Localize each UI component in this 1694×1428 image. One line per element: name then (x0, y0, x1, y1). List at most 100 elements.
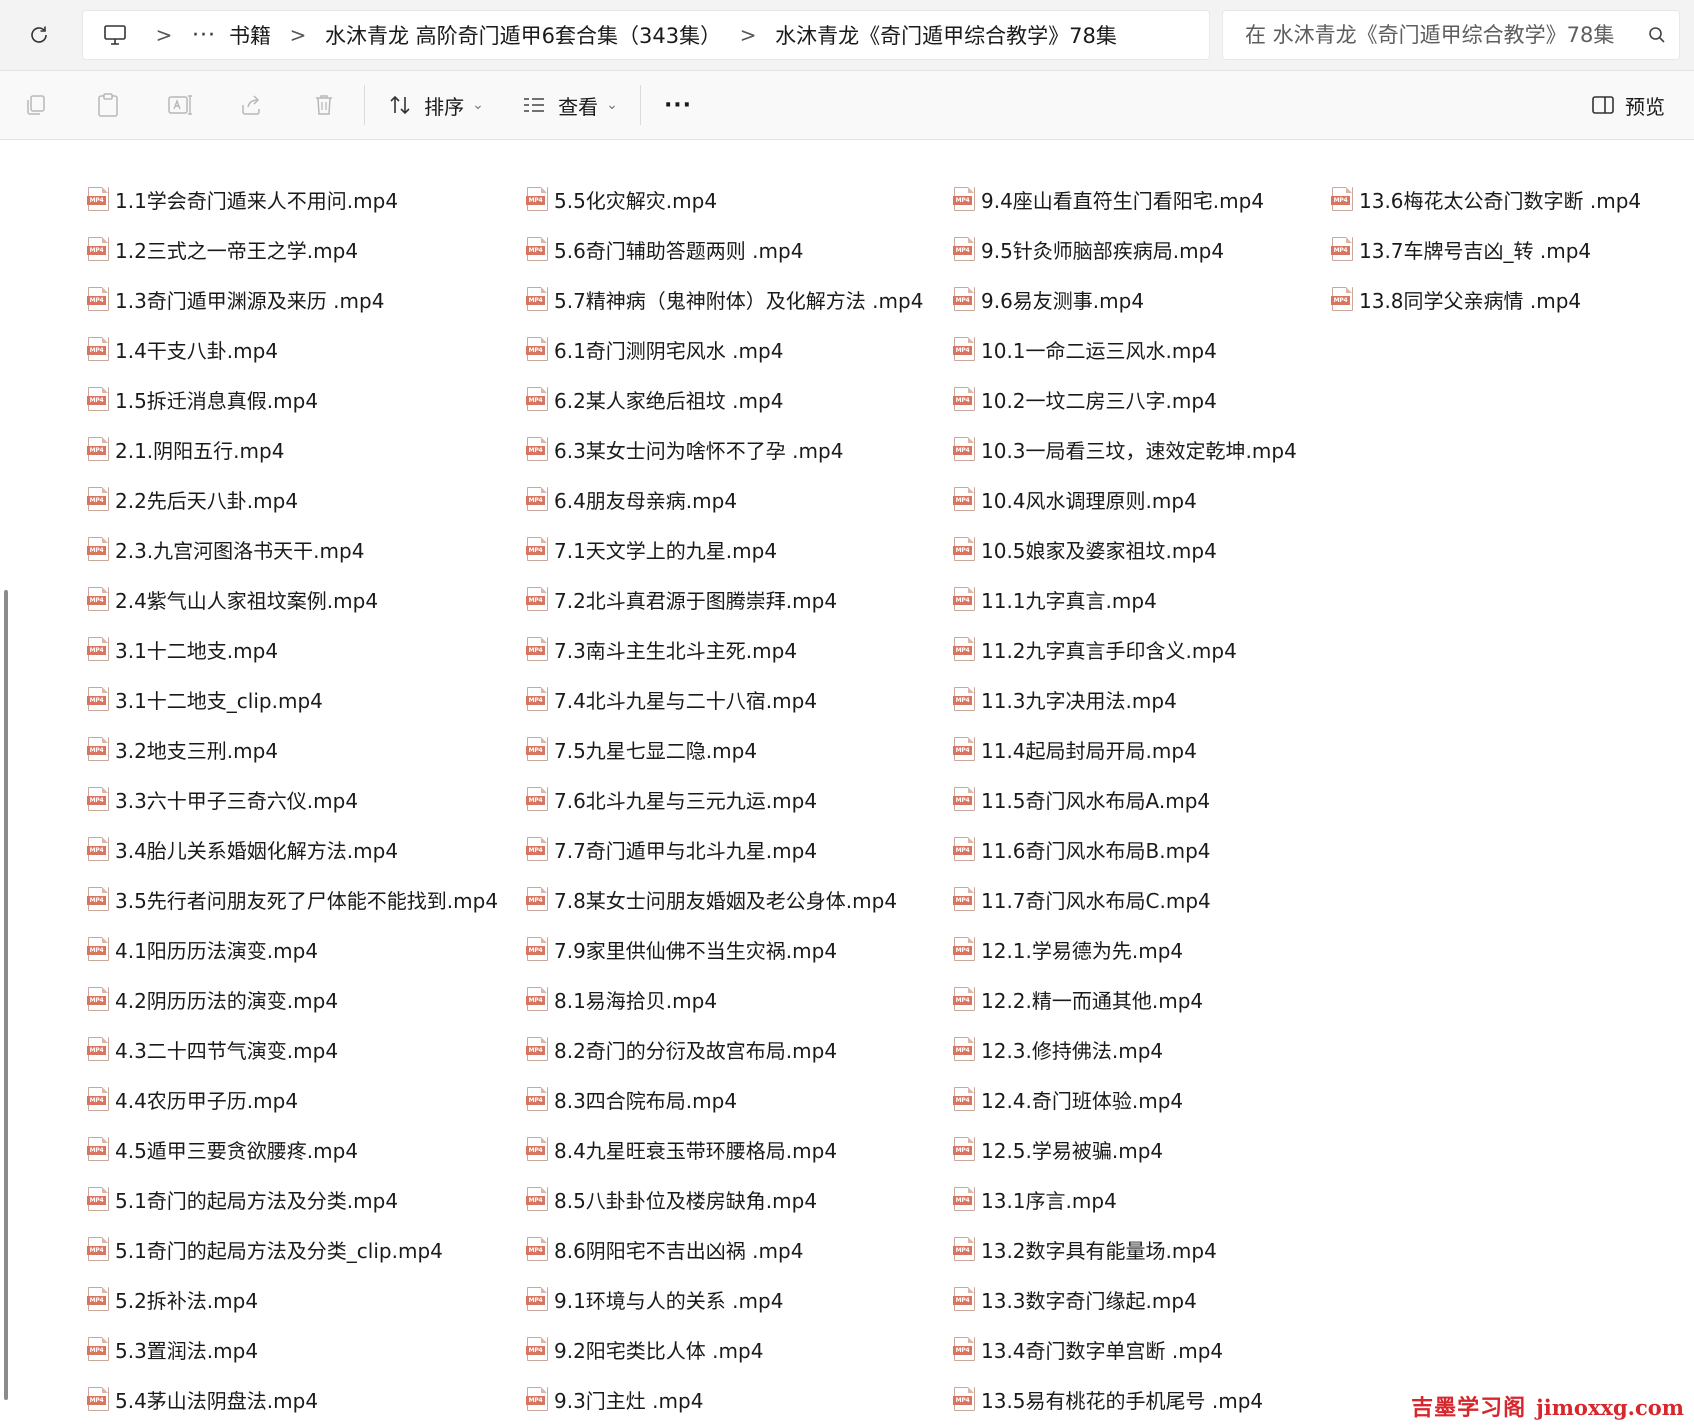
file-item[interactable]: MP4 6.1奇门测阴宅风水 .mp4 (526, 324, 947, 374)
view-button[interactable]: 查看 ⌄ (520, 85, 620, 125)
file-item[interactable]: MP4 11.5奇门风水布局A.mp4 (953, 774, 1374, 824)
file-item[interactable]: MP4 12.2.精一而通其他.mp4 (953, 974, 1374, 1024)
file-item[interactable]: MP4 6.2某人家绝后祖坟 .mp4 (526, 374, 947, 424)
file-item[interactable]: MP4 13.8同学父亲病情 .mp4 (1331, 274, 1694, 324)
file-item[interactable]: MP4 5.1奇门的起局方法及分类_clip.mp4 (87, 1224, 508, 1274)
vertical-scrollbar[interactable] (4, 590, 8, 1400)
file-item[interactable]: MP4 1.5拆迁消息真假.mp4 (87, 374, 508, 424)
this-pc-button[interactable] (87, 12, 143, 58)
file-item[interactable]: MP4 8.3四合院布局.mp4 (526, 1074, 947, 1124)
file-item[interactable]: MP4 7.5九星七显二隐.mp4 (526, 724, 947, 774)
share-button[interactable] (232, 85, 272, 125)
file-item[interactable]: MP4 2.1.阴阳五行.mp4 (87, 424, 508, 474)
file-item[interactable]: MP4 8.2奇门的分衍及故宫布局.mp4 (526, 1024, 947, 1074)
file-item[interactable]: MP4 13.1序言.mp4 (953, 1174, 1374, 1224)
file-item[interactable]: MP4 5.4茅山法阴盘法.mp4 (87, 1374, 508, 1424)
file-item[interactable]: MP4 13.6梅花太公奇门数字断 .mp4 (1331, 174, 1694, 224)
file-item[interactable]: MP4 11.3九字决用法.mp4 (953, 674, 1374, 724)
file-item[interactable]: MP4 2.3.九宫河图洛书天干.mp4 (87, 524, 508, 574)
file-item[interactable]: MP4 5.3置润法.mp4 (87, 1324, 508, 1374)
sort-button[interactable]: 排序 ⌄ (386, 85, 486, 125)
file-item[interactable]: MP4 5.7精神病（鬼神附体）及化解方法 .mp4 (526, 274, 947, 324)
file-item[interactable]: MP4 11.4起局封局开局.mp4 (953, 724, 1374, 774)
file-item[interactable]: MP4 11.6奇门风水布局B.mp4 (953, 824, 1374, 874)
file-item[interactable]: MP4 13.2数字具有能量场.mp4 (953, 1224, 1374, 1274)
file-item[interactable]: MP4 7.2北斗真君源于图腾崇拜.mp4 (526, 574, 947, 624)
preview-pane-button[interactable]: 预览 (1586, 85, 1670, 125)
file-item[interactable]: MP4 13.5易有桃花的手机尾号 .mp4 (953, 1374, 1374, 1424)
file-item[interactable]: MP4 8.1易海拾贝.mp4 (526, 974, 947, 1024)
file-item[interactable]: MP4 3.3六十甲子三奇六仪.mp4 (87, 774, 508, 824)
file-item[interactable]: MP4 5.6奇门辅助答题两则 .mp4 (526, 224, 947, 274)
file-item[interactable]: MP4 5.2拆补法.mp4 (87, 1274, 508, 1324)
file-item[interactable]: MP4 6.4朋友母亲病.mp4 (526, 474, 947, 524)
file-item[interactable]: MP4 3.4胎儿关系婚姻化解方法.mp4 (87, 824, 508, 874)
file-item[interactable]: MP4 4.5遁甲三要贪欲腰疼.mp4 (87, 1124, 508, 1174)
file-item[interactable]: MP4 9.4座山看直符生门看阳宅.mp4 (953, 174, 1374, 224)
file-item[interactable]: MP4 3.5先行者问朋友死了尸体能不能找到.mp4 (87, 874, 508, 924)
breadcrumb-item-current-folder[interactable]: 水沐青龙《奇门遁甲综合教学》78集 (769, 20, 1123, 50)
file-item[interactable]: MP4 10.3一局看三坟，速效定乾坤.mp4 (953, 424, 1374, 474)
breadcrumb-overflow-button[interactable]: ··· (185, 23, 223, 48)
more-options-button[interactable]: ··· (656, 85, 700, 125)
file-item[interactable]: MP4 8.5八卦卦位及楼房缺角.mp4 (526, 1174, 947, 1224)
file-item[interactable]: MP4 11.7奇门风水布局C.mp4 (953, 874, 1374, 924)
file-item[interactable]: MP4 6.3某女士问为啥怀不了孕 .mp4 (526, 424, 947, 474)
file-item[interactable]: MP4 1.3奇门遁甲渊源及来历 .mp4 (87, 274, 508, 324)
file-item[interactable]: MP4 9.1环境与人的关系 .mp4 (526, 1274, 947, 1324)
file-item[interactable]: MP4 7.9家里供仙佛不当生灾祸.mp4 (526, 924, 947, 974)
file-item[interactable]: MP4 4.4农历甲子历.mp4 (87, 1074, 508, 1124)
search-box[interactable] (1222, 10, 1680, 60)
file-item[interactable]: MP4 9.3门主灶 .mp4 (526, 1374, 947, 1424)
file-item[interactable]: MP4 12.3.修持佛法.mp4 (953, 1024, 1374, 1074)
file-item[interactable]: MP4 10.5娘家及婆家祖坟.mp4 (953, 524, 1374, 574)
file-item[interactable]: MP4 7.3南斗主生北斗主死.mp4 (526, 624, 947, 674)
file-item[interactable]: MP4 2.2先后天八卦.mp4 (87, 474, 508, 524)
file-item[interactable]: MP4 3.1十二地支.mp4 (87, 624, 508, 674)
refresh-button[interactable] (22, 18, 56, 52)
file-item[interactable]: MP4 5.1奇门的起局方法及分类.mp4 (87, 1174, 508, 1224)
file-item[interactable]: MP4 11.2九字真言手印含义.mp4 (953, 624, 1374, 674)
file-item[interactable]: MP4 8.4九星旺衰玉带环腰格局.mp4 (526, 1124, 947, 1174)
file-item[interactable]: MP4 9.2阳宅类比人体 .mp4 (526, 1324, 947, 1374)
file-item[interactable]: MP4 1.2三式之一帝王之学.mp4 (87, 224, 508, 274)
file-item[interactable]: MP4 7.4北斗九星与二十八宿.mp4 (526, 674, 947, 724)
file-item[interactable]: MP4 7.7奇门遁甲与北斗九星.mp4 (526, 824, 947, 874)
file-item[interactable]: MP4 4.3二十四节气演变.mp4 (87, 1024, 508, 1074)
file-item[interactable]: MP4 12.4.奇门班体验.mp4 (953, 1074, 1374, 1124)
search-button[interactable] (1635, 26, 1679, 44)
file-item[interactable]: MP4 4.1阳历历法演变.mp4 (87, 924, 508, 974)
file-item[interactable]: MP4 13.3数字奇门缘起.mp4 (953, 1274, 1374, 1324)
breadcrumb-separator[interactable]: > (277, 23, 319, 47)
file-item[interactable]: MP4 7.6北斗九星与三元九运.mp4 (526, 774, 947, 824)
search-input[interactable] (1223, 14, 1635, 56)
file-item[interactable]: MP4 11.1九字真言.mp4 (953, 574, 1374, 624)
file-item[interactable]: MP4 9.5针灸师脑部疾病局.mp4 (953, 224, 1374, 274)
file-item[interactable]: MP4 13.4奇门数字单宫断 .mp4 (953, 1324, 1374, 1374)
paste-button[interactable] (88, 85, 128, 125)
file-item[interactable]: MP4 7.1天文学上的九星.mp4 (526, 524, 947, 574)
breadcrumb-item-collection[interactable]: 水沐青龙 高阶奇门遁甲6套合集（343集） (319, 20, 727, 50)
file-item[interactable]: MP4 1.1学会奇门遁来人不用问.mp4 (87, 174, 508, 224)
file-item[interactable]: MP4 1.4干支八卦.mp4 (87, 324, 508, 374)
file-item[interactable]: MP4 9.6易友测事.mp4 (953, 274, 1374, 324)
file-item[interactable]: MP4 10.2一坟二房三八字.mp4 (953, 374, 1374, 424)
file-item[interactable]: MP4 10.1一命二运三风水.mp4 (953, 324, 1374, 374)
file-item[interactable]: MP4 3.1十二地支_clip.mp4 (87, 674, 508, 724)
file-item[interactable]: MP4 2.4紫气山人家祖坟案例.mp4 (87, 574, 508, 624)
breadcrumb-item-books[interactable]: 书籍 (223, 20, 277, 50)
file-item[interactable]: MP4 7.8某女士问朋友婚姻及老公身体.mp4 (526, 874, 947, 924)
file-item[interactable]: MP4 3.2地支三刑.mp4 (87, 724, 508, 774)
delete-button[interactable] (304, 85, 344, 125)
file-item[interactable]: MP4 12.1.学易德为先.mp4 (953, 924, 1374, 974)
copy-button[interactable] (16, 85, 56, 125)
file-item[interactable]: MP4 10.4风水调理原则.mp4 (953, 474, 1374, 524)
file-item[interactable]: MP4 8.6阴阳宅不吉出凶祸 .mp4 (526, 1224, 947, 1274)
file-item[interactable]: MP4 13.7车牌号吉凶_转 .mp4 (1331, 224, 1694, 274)
rename-button[interactable] (160, 85, 200, 125)
breadcrumb-separator[interactable]: > (143, 23, 185, 47)
breadcrumb-separator[interactable]: > (727, 23, 769, 47)
file-item[interactable]: MP4 5.5化灾解灾.mp4 (526, 174, 947, 224)
file-item[interactable]: MP4 12.5.学易被骗.mp4 (953, 1124, 1374, 1174)
file-item[interactable]: MP4 4.2阴历历法的演变.mp4 (87, 974, 508, 1024)
